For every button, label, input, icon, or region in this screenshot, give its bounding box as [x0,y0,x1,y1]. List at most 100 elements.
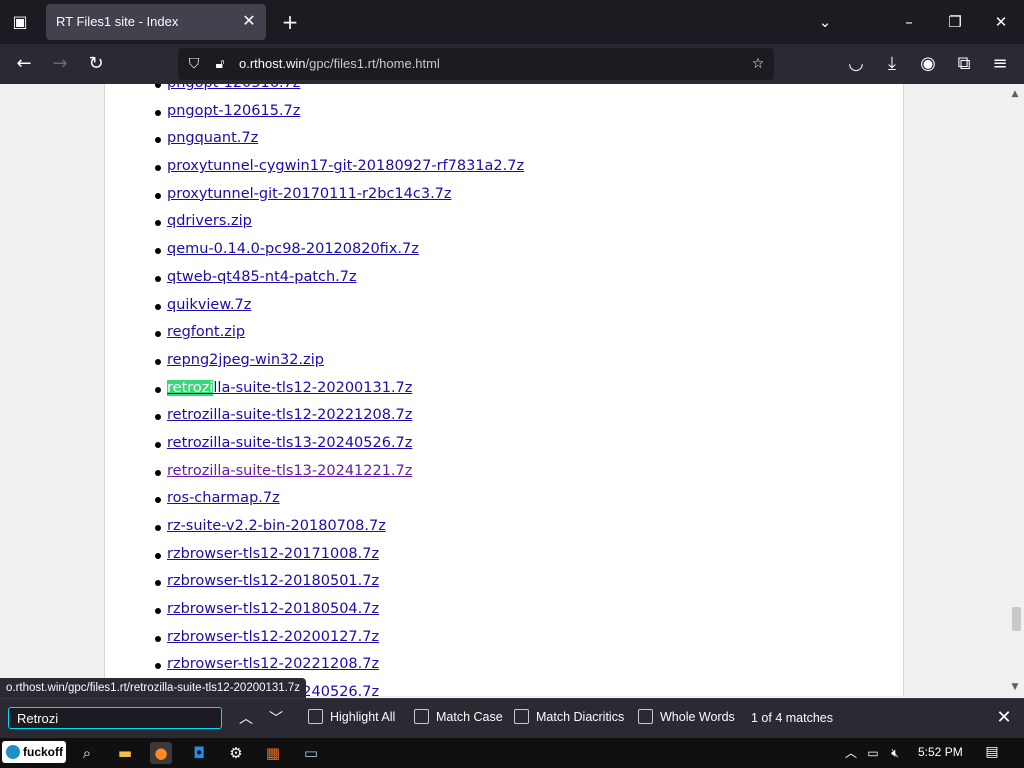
file-link[interactable]: qtweb-qt485-nt4-patch.7z [167,269,357,285]
list-item: rzbrowser-tls12-20180501.7z [153,568,524,596]
tab-active[interactable]: RT Files1 site - Index ✕ [46,4,266,40]
match-diacritics-checkbox[interactable]: Match Diacritics [514,709,625,728]
taskbar: fuckoff ⌕ ▬ ● ◘ ⚙ ▦ ▭ ︿ ▭ 🔇︎ 5:52 PM ▤ [0,738,1024,768]
star-icon[interactable]: ☆ [748,54,768,74]
scrollbar[interactable]: ▲ ▼ [1006,84,1024,696]
file-link[interactable]: quikview.7z [167,297,251,313]
speaker-muted-icon[interactable]: 🔇︎ [886,744,904,762]
file-link[interactable]: repng2jpeg-win32.zip [167,352,324,368]
network-icon[interactable]: ▭ [864,744,882,762]
account-icon[interactable]: ◉ [916,52,940,76]
file-link[interactable]: ros-charmap.7z [167,490,280,506]
list-item: pngquant.7z [153,125,524,153]
whole-words-checkbox[interactable]: Whole Words [638,709,735,728]
file-link[interactable]: proxytunnel-cygwin17-git-20180927-rf7831… [167,158,524,174]
file-link[interactable]: retrozilla-suite-tls12-20200131.7z [167,379,413,396]
url-bar[interactable]: ⛉ 🔓︎ o.rthost.win/gpc/files1.rt/home.htm… [178,48,774,80]
gear-icon[interactable]: ⚙ [225,742,247,764]
file-link[interactable]: proxytunnel-git-20170111-r2bc14c3.7z [167,186,452,202]
url-host: o.rthost.win [239,56,306,71]
file-link[interactable]: qdrivers.zip [167,213,252,229]
close-icon[interactable]: ✕ [240,12,258,30]
back-arrow-icon[interactable]: ← [12,52,36,76]
list-item: pngopt-120615.7z [153,98,524,126]
start-button[interactable]: fuckoff [2,741,66,763]
file-link[interactable]: rzbrowser-tls12-20180504.7z [167,601,379,617]
plus-icon[interactable]: + [280,10,300,34]
notification-icon[interactable]: ▤ [982,742,1002,762]
file-link[interactable]: qemu-0.14.0-pc98-20120820fix.7z [167,241,419,257]
scroll-thumb[interactable] [1012,607,1021,631]
file-link[interactable]: rzbrowser-tls12-20171008.7z [167,546,379,562]
globe-icon [6,744,20,759]
file-link-rest: lla-suite-tls12-20200131.7z [213,379,413,396]
find-bar: Retrozi ︿ ﹀ Highlight All Match Case Mat… [0,698,1024,739]
file-list: pngopt-120316.7z pngopt-120615.7z pngquant… [153,84,524,696]
url-path: /gpc/files1.rt/home.html [305,56,440,71]
file-link[interactable]: regfont.zip [167,324,245,340]
outlook-icon[interactable]: ◘ [188,742,210,764]
insecure-lock-icon[interactable]: 🔓︎ [210,54,230,74]
minimize-icon[interactable]: – [897,10,921,34]
find-input[interactable]: Retrozi [8,707,222,729]
file-link[interactable]: pngopt-120615.7z [167,103,300,119]
monitor-icon[interactable]: ▭ [300,742,322,764]
list-item: ros-charmap.7z [153,485,524,513]
file-link[interactable]: pngquant.7z [167,130,258,146]
chevron-down-icon[interactable]: ⌄ [813,10,837,34]
file-link[interactable]: rz-suite-v2.2-bin-20180708.7z [167,518,386,534]
restore-icon[interactable]: ❐ [943,10,967,34]
page-body: pngopt-120316.7z pngopt-120615.7z pngquant… [104,84,904,696]
url-text[interactable]: o.rthost.win/gpc/files1.rt/home.html [239,56,440,71]
search-icon[interactable]: ⌕ [76,742,98,764]
taskbar-clock[interactable]: 5:52 PM [918,745,963,759]
checkbox-icon [308,709,323,725]
list-item: retrozilla-suite-tls13-20241221.7z [153,458,524,486]
list-item: rzbrowser-tls12-20221208.7z [153,651,524,679]
page-viewport: pngopt-120316.7z pngopt-120615.7z pngquant… [0,84,1024,696]
file-link[interactable]: retrozilla-suite-tls13-20241221.7z [167,463,412,479]
find-next-icon[interactable]: ﹀ [265,708,287,730]
file-explorer-icon[interactable]: ▬ [114,742,136,764]
list-item: retrozilla-suite-tls12-20200131.7z [153,375,524,403]
nav-bar: ← → ↻ ⛉ 🔓︎ o.rthost.win/gpc/files1.rt/ho… [0,44,1024,84]
forward-arrow-icon[interactable]: → [48,52,72,76]
reload-icon[interactable]: ↻ [84,52,108,76]
highlight-all-checkbox[interactable]: Highlight All [308,709,395,728]
file-link[interactable]: pngopt-120316.7z [167,84,300,91]
list-item: proxytunnel-cygwin17-git-20180927-rf7831… [153,153,524,181]
list-item: proxytunnel-git-20170111-r2bc14c3.7z [153,181,524,209]
extensions-icon[interactable]: ⧉ [952,52,976,76]
match-diacritics-label: Match Diacritics [536,710,625,724]
firefox-icon[interactable]: ● [150,742,172,764]
list-item: quikview.7z [153,292,524,320]
file-link[interactable]: rzbrowser-tls12-20200127.7z [167,629,379,645]
list-item: qdrivers.zip [153,208,524,236]
tab-list-icon[interactable]: ▣ [8,10,32,34]
app-grid-icon[interactable]: ▦ [262,742,284,764]
find-previous-icon[interactable]: ︿ [235,708,257,730]
download-icon[interactable]: ⤓ [880,52,904,76]
hamburger-menu-icon[interactable]: ≡ [988,52,1012,76]
close-icon[interactable]: ✕ [994,708,1014,728]
file-link[interactable]: retrozilla-suite-tls13-20240526.7z [167,435,412,451]
list-item: rzbrowser-tls12-20171008.7z [153,541,524,569]
scroll-down-icon[interactable]: ▼ [1009,681,1021,693]
file-link[interactable]: rzbrowser-tls12-20180501.7z [167,573,379,589]
find-highlight: retrozi [167,379,214,396]
file-link[interactable]: retrozilla-suite-tls12-20221208.7z [167,407,412,423]
pocket-icon[interactable]: ◡ [844,52,868,76]
scroll-up-icon[interactable]: ▲ [1009,88,1021,100]
list-item: rzbrowser-tls12-20180504.7z [153,596,524,624]
chevron-up-icon[interactable]: ︿ [842,744,860,762]
checkbox-icon [514,709,529,725]
list-item: regfont.zip [153,319,524,347]
window-close-icon[interactable]: ✕ [989,10,1013,34]
list-item: rzbrowser-tls12-20200127.7z [153,624,524,652]
match-case-checkbox[interactable]: Match Case [414,709,503,728]
tracking-shield-icon[interactable]: ⛉ [184,54,204,74]
file-link[interactable]: rzbrowser-tls12-20221208.7z [167,656,379,672]
find-match-count: 1 of 4 matches [751,711,833,725]
list-item: qtweb-qt485-nt4-patch.7z [153,264,524,292]
checkbox-icon [414,709,429,725]
